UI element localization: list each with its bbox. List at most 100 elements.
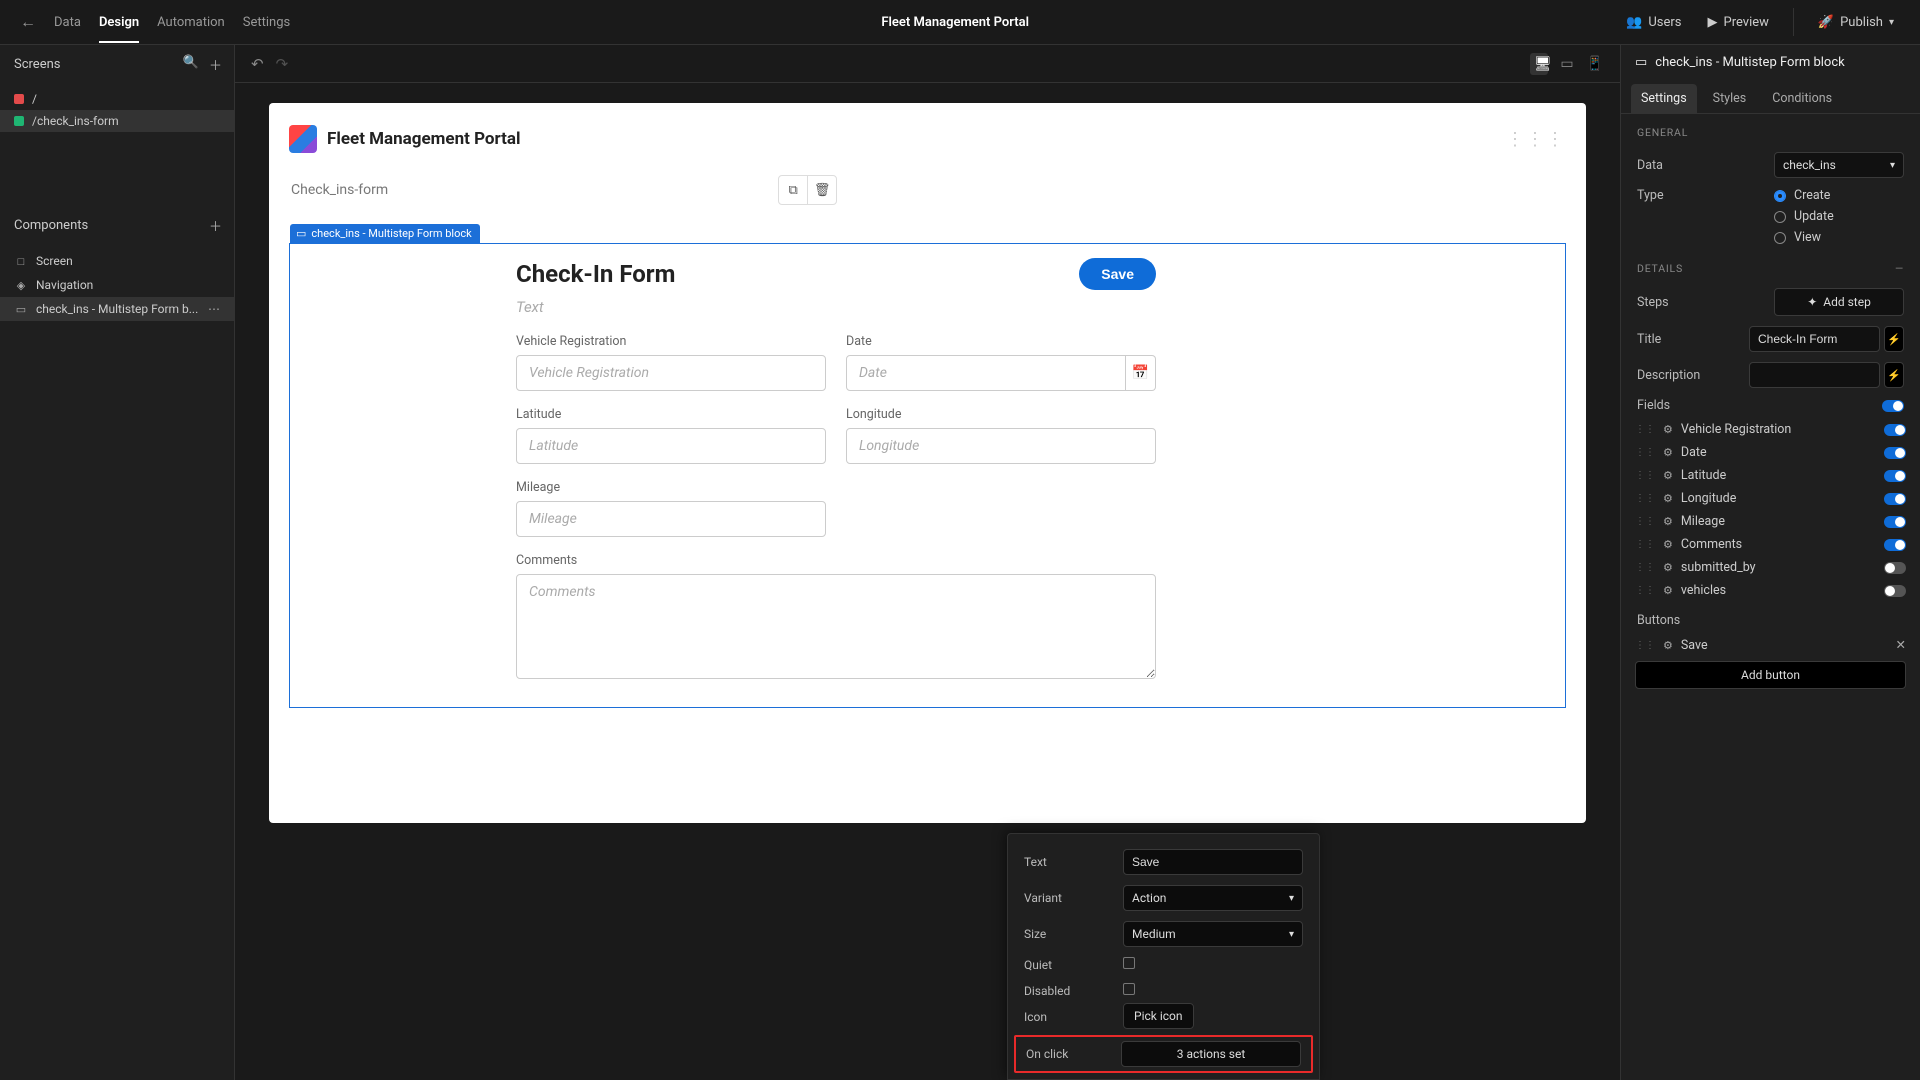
grip-icon[interactable]: ⋮⋮ [1635, 493, 1655, 504]
component-navigation[interactable]: ◈ Navigation [0, 273, 234, 297]
pop-quiet-checkbox[interactable] [1123, 957, 1135, 969]
field-toggle[interactable] [1884, 585, 1906, 597]
nav-design[interactable]: Design [99, 15, 139, 43]
publish-button[interactable]: 🚀 Publish ▾ [1812, 11, 1900, 34]
radio-create[interactable]: Create [1774, 188, 1904, 203]
field-label: Date [846, 334, 1156, 349]
gear-icon[interactable]: ⚙ [1663, 423, 1673, 436]
title-label: Title [1637, 332, 1661, 347]
vehicle-registration-input[interactable] [516, 355, 826, 391]
device-desktop-icon[interactable]: 🖥 [1530, 53, 1548, 75]
field-toggle-row[interactable]: ⋮⋮⚙submitted_by [1621, 556, 1920, 579]
save-button[interactable]: Save [1079, 258, 1156, 290]
field-toggle-row[interactable]: ⋮⋮⚙Date [1621, 441, 1920, 464]
grip-icon[interactable]: ⋮⋮ [1635, 447, 1655, 458]
desc-input[interactable] [1749, 362, 1880, 388]
nav-data[interactable]: Data [54, 15, 81, 30]
nav-settings[interactable]: Settings [243, 15, 290, 30]
redo-icon[interactable]: ↷ [276, 55, 289, 73]
tab-styles[interactable]: Styles [1703, 84, 1757, 113]
comments-textarea[interactable] [516, 574, 1156, 679]
gear-icon[interactable]: ⚙ [1663, 561, 1673, 574]
field-toggle[interactable] [1884, 447, 1906, 459]
pop-size-select[interactable]: Medium ▾ [1123, 921, 1303, 947]
button-item-save[interactable]: ⋮⋮ ⚙ Save ✕ [1621, 633, 1920, 657]
gear-icon[interactable]: ⚙ [1663, 538, 1673, 551]
component-form-block[interactable]: ▭ check_ins - Multistep Form b... ⋯ [0, 297, 234, 321]
field-toggle-row[interactable]: ⋮⋮⚙Latitude [1621, 464, 1920, 487]
preview-button[interactable]: ▶ Preview [1702, 11, 1775, 34]
grip-icon[interactable]: ⋮⋮ [1635, 516, 1655, 527]
longitude-input[interactable] [846, 428, 1156, 464]
fields-master-toggle[interactable] [1882, 400, 1904, 412]
add-button-button[interactable]: Add button [1635, 661, 1906, 689]
gear-icon[interactable]: ⚙ [1663, 446, 1673, 459]
pop-disabled-checkbox[interactable] [1123, 983, 1135, 995]
type-label: Type [1637, 188, 1664, 203]
title-input[interactable] [1749, 326, 1880, 352]
plus-step-icon: ✦ [1807, 295, 1817, 309]
device-tablet-icon[interactable]: ▭ [1558, 56, 1576, 72]
add-screen-icon[interactable]: ＋ [209, 55, 222, 74]
pop-onclick-button[interactable]: 3 actions set [1121, 1041, 1301, 1067]
drag-handle-icon[interactable]: ⋮⋮⋮ [1506, 129, 1566, 150]
gear-icon[interactable]: ⚙ [1663, 515, 1673, 528]
screen-item-checkins[interactable]: /check_ins-form [0, 110, 234, 132]
field-toggle-row[interactable]: ⋮⋮⚙Longitude [1621, 487, 1920, 510]
close-icon[interactable]: ✕ [1896, 637, 1906, 653]
grip-icon[interactable]: ⋮⋮ [1635, 562, 1655, 573]
latitude-input[interactable] [516, 428, 826, 464]
search-icon[interactable]: 🔍 [183, 55, 199, 74]
field-toggle-row[interactable]: ⋮⋮⚙Mileage [1621, 510, 1920, 533]
radio-update[interactable]: Update [1774, 209, 1904, 224]
gear-icon[interactable]: ⚙ [1663, 469, 1673, 482]
gear-icon[interactable]: ⚙ [1663, 492, 1673, 505]
undo-icon[interactable]: ↶ [251, 55, 264, 73]
duplicate-button[interactable]: ⧉ [778, 175, 808, 205]
add-component-icon[interactable]: ＋ [209, 216, 222, 235]
tab-conditions[interactable]: Conditions [1762, 84, 1842, 113]
grip-icon[interactable]: ⋮⋮ [1635, 539, 1655, 550]
device-mobile-icon[interactable]: 📱 [1586, 56, 1604, 72]
form-icon: ▭ [1635, 55, 1647, 70]
grip-icon[interactable]: ⋮⋮ [1635, 424, 1655, 435]
calendar-icon[interactable]: 📅 [1126, 355, 1156, 391]
collapse-icon[interactable]: — [1895, 262, 1904, 275]
gear-icon[interactable]: ⚙ [1663, 584, 1673, 597]
field-toggle-row[interactable]: ⋮⋮⚙Vehicle Registration [1621, 418, 1920, 441]
multistep-form-block[interactable]: ▭ check_ins - Multistep Form block Check… [289, 243, 1566, 708]
grip-icon[interactable]: ⋮⋮ [1635, 470, 1655, 481]
lightning-icon[interactable]: ⚡ [1884, 362, 1904, 388]
back-arrow-icon[interactable]: ← [20, 12, 36, 32]
gear-icon[interactable]: ⚙ [1663, 639, 1673, 652]
component-screen[interactable]: □ Screen [0, 249, 234, 273]
field-toggle[interactable] [1884, 516, 1906, 528]
nav-automation[interactable]: Automation [157, 15, 225, 30]
delete-button[interactable]: 🗑 [807, 175, 837, 205]
pop-text-input[interactable] [1123, 849, 1303, 875]
field-vehicle-registration: Vehicle Registration [516, 334, 826, 391]
field-toggle-row[interactable]: ⋮⋮⚙vehicles [1621, 579, 1920, 602]
radio-view[interactable]: View [1774, 230, 1904, 245]
field-toggle[interactable] [1884, 539, 1906, 551]
tab-settings[interactable]: Settings [1631, 84, 1697, 113]
data-select[interactable]: check_ins ▾ [1774, 152, 1904, 178]
app-frame[interactable]: Fleet Management Portal ⋮⋮⋮ Check_ins-fo… [269, 103, 1586, 823]
grip-icon[interactable]: ⋮⋮ [1635, 585, 1655, 596]
screen-item-root[interactable]: / [0, 88, 234, 110]
date-input[interactable] [846, 355, 1126, 391]
pick-icon-button[interactable]: Pick icon [1123, 1003, 1194, 1029]
field-toggle[interactable] [1884, 470, 1906, 482]
field-toggle[interactable] [1884, 493, 1906, 505]
grip-icon[interactable]: ⋮⋮ [1635, 640, 1655, 651]
add-step-button[interactable]: ✦ Add step [1774, 288, 1904, 316]
onclick-row[interactable]: On click 3 actions set [1014, 1035, 1313, 1073]
field-toggle[interactable] [1884, 562, 1906, 574]
field-toggle[interactable] [1884, 424, 1906, 436]
lightning-icon[interactable]: ⚡ [1884, 326, 1904, 352]
field-toggle-row[interactable]: ⋮⋮⚙Comments [1621, 533, 1920, 556]
users-button[interactable]: 👥 Users [1620, 11, 1687, 34]
more-icon[interactable]: ⋯ [208, 302, 220, 316]
pop-variant-select[interactable]: Action ▾ [1123, 885, 1303, 911]
mileage-input[interactable] [516, 501, 826, 537]
